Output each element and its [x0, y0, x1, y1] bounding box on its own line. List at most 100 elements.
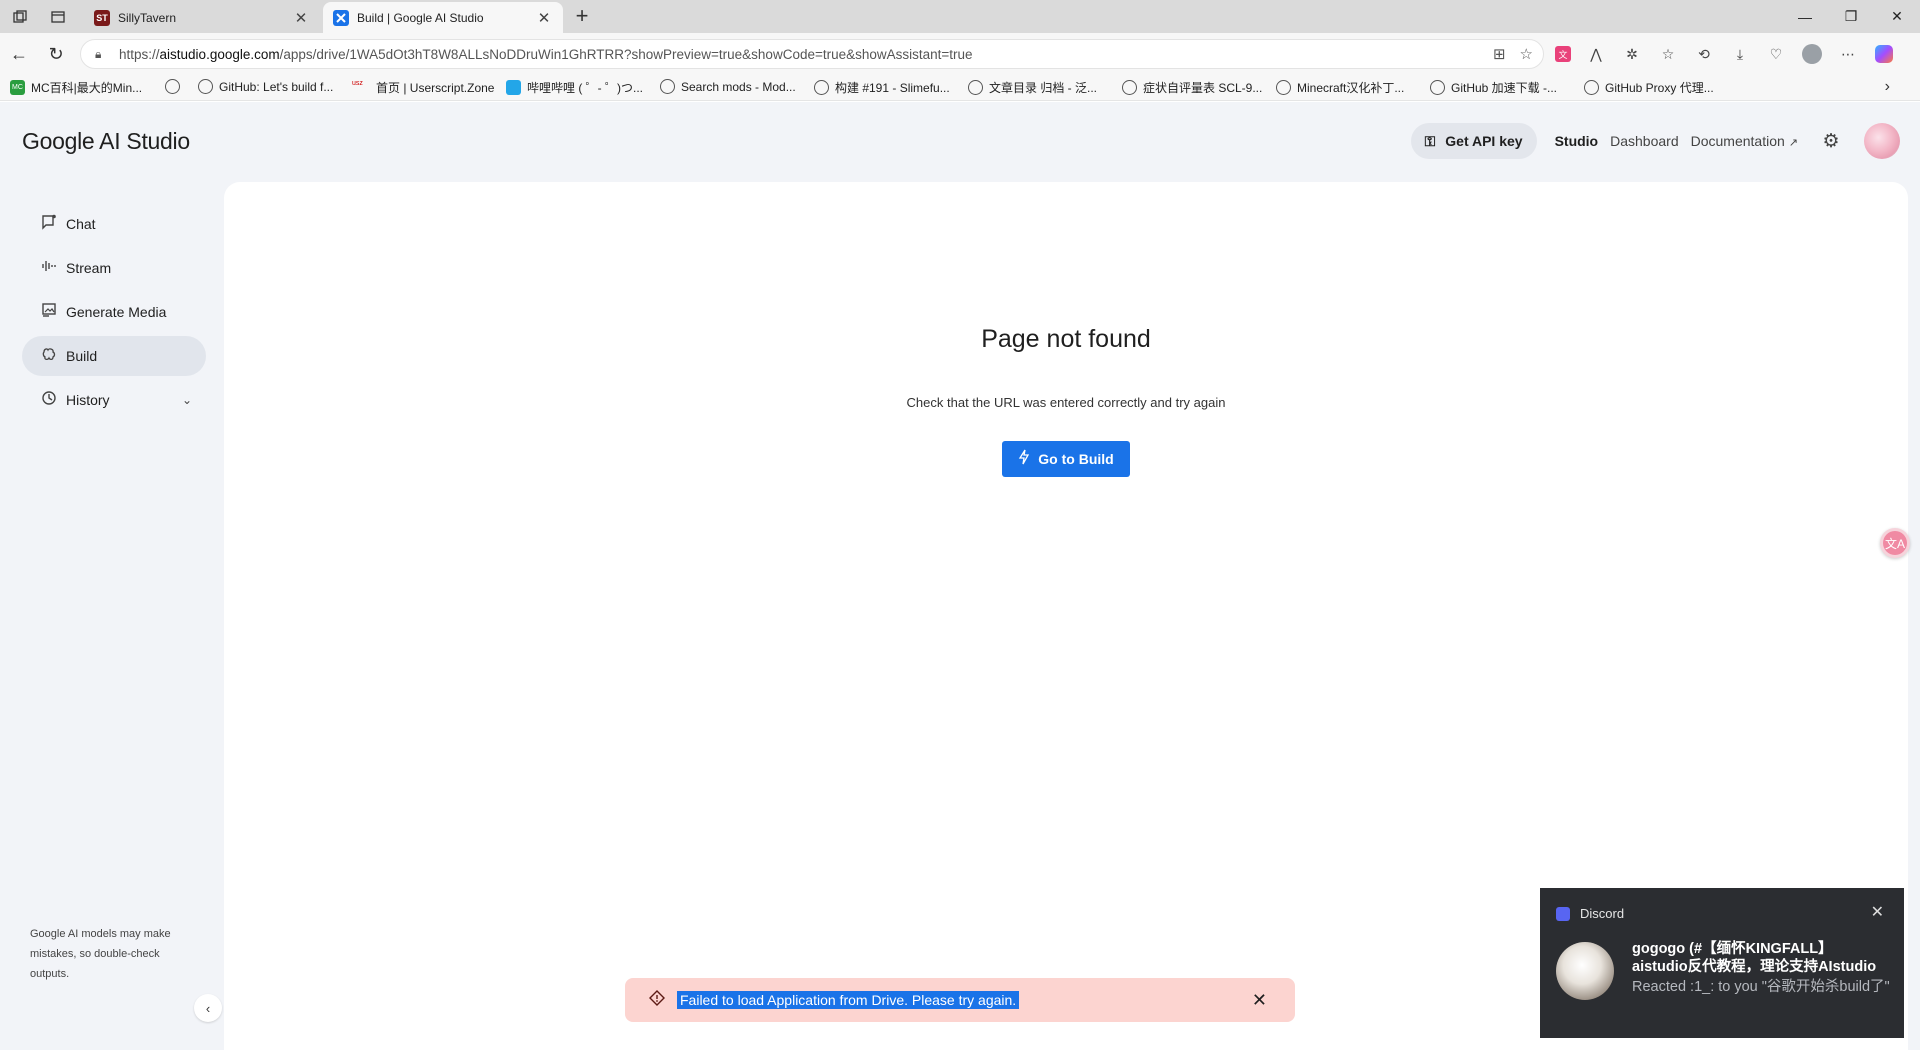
globe-icon	[968, 80, 983, 95]
bookmark-item[interactable]: MC MC百科|最大的Min...	[10, 79, 142, 96]
waveform-icon	[40, 258, 58, 278]
github-icon	[198, 79, 213, 94]
bookmark-item[interactable]: GitHub 加速下载 -...	[1430, 79, 1557, 96]
bilibili-icon	[506, 80, 521, 95]
minimize-icon[interactable]: —	[1782, 0, 1828, 33]
workspaces-icon[interactable]	[10, 7, 30, 27]
collapse-sidebar-button[interactable]: ‹	[194, 994, 222, 1022]
chat-icon	[40, 214, 58, 234]
translate-icon: 文A	[1883, 531, 1907, 555]
globe-icon	[1430, 80, 1445, 95]
globe-icon	[165, 79, 180, 94]
url-scheme: https://	[119, 46, 160, 62]
image-icon	[40, 302, 58, 322]
app-logo[interactable]: Google AI Studio	[22, 128, 190, 155]
bookmark-item[interactable]: usz 首页 | Userscript.Zone	[352, 79, 494, 96]
vertical-tabs-icon[interactable]	[48, 7, 68, 27]
disclaimer-text: Google AI models may make mistakes, so d…	[30, 928, 171, 980]
close-icon[interactable]: ✕	[1871, 902, 1884, 922]
url-input[interactable]: 🔒︎ https://aistudio.google.com/apps/driv…	[80, 39, 1544, 69]
bookmark-item[interactable]: 文章目录 归档 - 泛...	[968, 79, 1097, 96]
header-actions: ⚿ Get API key Studio Dashboard Documenta…	[1410, 123, 1900, 159]
back-icon[interactable]: ←	[8, 43, 30, 65]
sidebar-item-stream[interactable]: Stream	[22, 248, 206, 288]
extension-a-icon[interactable]: ⋀	[1585, 43, 1607, 65]
globe-icon	[660, 79, 675, 94]
copilot-icon[interactable]	[1873, 43, 1895, 65]
discord-notification[interactable]: Discord ✕ gogogo (#【缅怀KINGFALL】 aistudio…	[1540, 888, 1904, 1038]
close-icon[interactable]: ✕	[292, 9, 310, 27]
url-path: /apps/drive/1WA5dOt3hT8W8ALLsNoDDruWin1G…	[279, 46, 973, 62]
get-api-key-button[interactable]: ⚿ Get API key	[1410, 123, 1537, 159]
sidebar-item-chat[interactable]: Chat	[22, 204, 206, 244]
bookmark-item[interactable]: 构建 #191 - Slimefu...	[814, 79, 950, 96]
globe-icon	[814, 80, 829, 95]
bookmarks-bar: MC MC百科|最大的Min... GitHub: Let's build f..…	[0, 75, 1920, 101]
key-icon: ⚿	[1424, 132, 1436, 149]
performance-icon[interactable]: ♡	[1765, 43, 1787, 65]
more-menu-icon[interactable]: ⋯	[1837, 43, 1859, 65]
documentation-link[interactable]: Documentation ↗	[1691, 133, 1798, 149]
favorite-star-icon[interactable]: ☆	[1520, 45, 1533, 63]
bookmark-item[interactable]: Search mods - Mod...	[660, 79, 796, 94]
notification-body: Reacted :1_: to you "谷歌开始杀build了"	[1632, 979, 1890, 995]
build-icon	[40, 346, 58, 366]
url-host: aistudio.google.com	[159, 46, 280, 62]
history-icon[interactable]: ⟲	[1693, 43, 1715, 65]
bookmark-item[interactable]: Minecraft汉化补丁...	[1276, 79, 1404, 96]
tab-title: Build | Google AI Studio	[357, 10, 484, 25]
discord-icon	[1556, 906, 1570, 921]
userscript-zone-icon: usz	[352, 80, 363, 87]
sidebar-item-history[interactable]: History ⌄	[22, 380, 206, 420]
history-icon	[40, 390, 58, 410]
address-toolbar: ← ↻ 🔒︎ https://aistudio.google.com/apps/…	[0, 33, 1920, 75]
restore-icon[interactable]: ❐	[1828, 0, 1874, 33]
chevron-down-icon[interactable]: ⌄	[182, 393, 192, 407]
page-subtitle: Check that the URL was entered correctly…	[906, 395, 1226, 410]
sidebar-item-generate-media[interactable]: Generate Media	[22, 292, 206, 332]
chevron-left-icon: ‹	[205, 1000, 211, 1016]
sidebar-nav: Chat Stream Generate Media Build History	[22, 204, 206, 424]
avatar	[1556, 942, 1614, 1000]
downloads-icon[interactable]: ⤓	[1729, 43, 1751, 65]
notification-title-line-2: aistudio反代教程，理论支持AIstudio	[1632, 959, 1877, 975]
profile-icon[interactable]	[1801, 43, 1823, 65]
bolt-icon	[1018, 449, 1030, 469]
page-title: Page not found	[981, 325, 1151, 353]
mc-favicon: MC	[10, 80, 25, 95]
go-to-build-button[interactable]: Go to Build	[1002, 441, 1130, 477]
bookmark-item[interactable]: 哔哩哔哩 ( ゜- ゜)つ...	[506, 79, 643, 96]
tab-sillytavern[interactable]: ST SillyTavern ✕	[84, 2, 320, 33]
extensions-icon[interactable]: ✲	[1621, 43, 1643, 65]
close-window-icon[interactable]: ✕	[1874, 0, 1920, 33]
bookmark-item[interactable]: GitHub: Let's build f...	[198, 79, 333, 94]
tab-build-google-ai-studio[interactable]: Build | Google AI Studio ✕	[323, 2, 563, 33]
error-snackbar: Failed to load Application from Drive. P…	[625, 978, 1295, 1022]
bookmark-item[interactable]: GitHub Proxy 代理...	[1584, 79, 1714, 96]
translate-extension-icon[interactable]: 文	[1555, 46, 1571, 62]
tab-title: SillyTavern	[118, 10, 177, 25]
gear-icon[interactable]: ⚙	[1820, 130, 1842, 152]
snackbar-message: Failed to load Application from Drive. P…	[677, 991, 1020, 1009]
browser-tab-bar: ST SillyTavern ✕ Build | Google AI Studi…	[0, 0, 1920, 33]
sillytavern-favicon: ST	[94, 9, 110, 26]
chevron-right-icon[interactable]: ›	[1885, 78, 1890, 96]
translate-floating-button[interactable]: 文A	[1880, 528, 1910, 558]
close-icon[interactable]: ✕	[535, 9, 553, 27]
window-controls: — ❐ ✕	[1782, 0, 1920, 33]
close-icon[interactable]: ✕	[1252, 990, 1267, 1011]
sidebar-item-build[interactable]: Build	[22, 336, 206, 376]
favorites-icon[interactable]: ☆	[1657, 43, 1679, 65]
globe-icon	[1122, 80, 1137, 95]
dashboard-link[interactable]: Dashboard	[1610, 133, 1679, 149]
notification-title-line-1: gogogo (#【缅怀KINGFALL】	[1632, 941, 1833, 957]
avatar[interactable]	[1864, 123, 1900, 159]
reload-icon[interactable]: ↻	[45, 43, 67, 65]
aistudio-favicon	[333, 9, 349, 26]
studio-link[interactable]: Studio	[1555, 133, 1599, 149]
bookmark-item[interactable]: 症状自评量表 SCL-9...	[1122, 79, 1262, 96]
new-tab-button[interactable]: +	[570, 4, 594, 28]
lock-icon[interactable]: 🔒︎	[95, 47, 109, 62]
app-available-icon[interactable]: ⊞	[1493, 45, 1506, 63]
globe-icon	[1276, 80, 1291, 95]
